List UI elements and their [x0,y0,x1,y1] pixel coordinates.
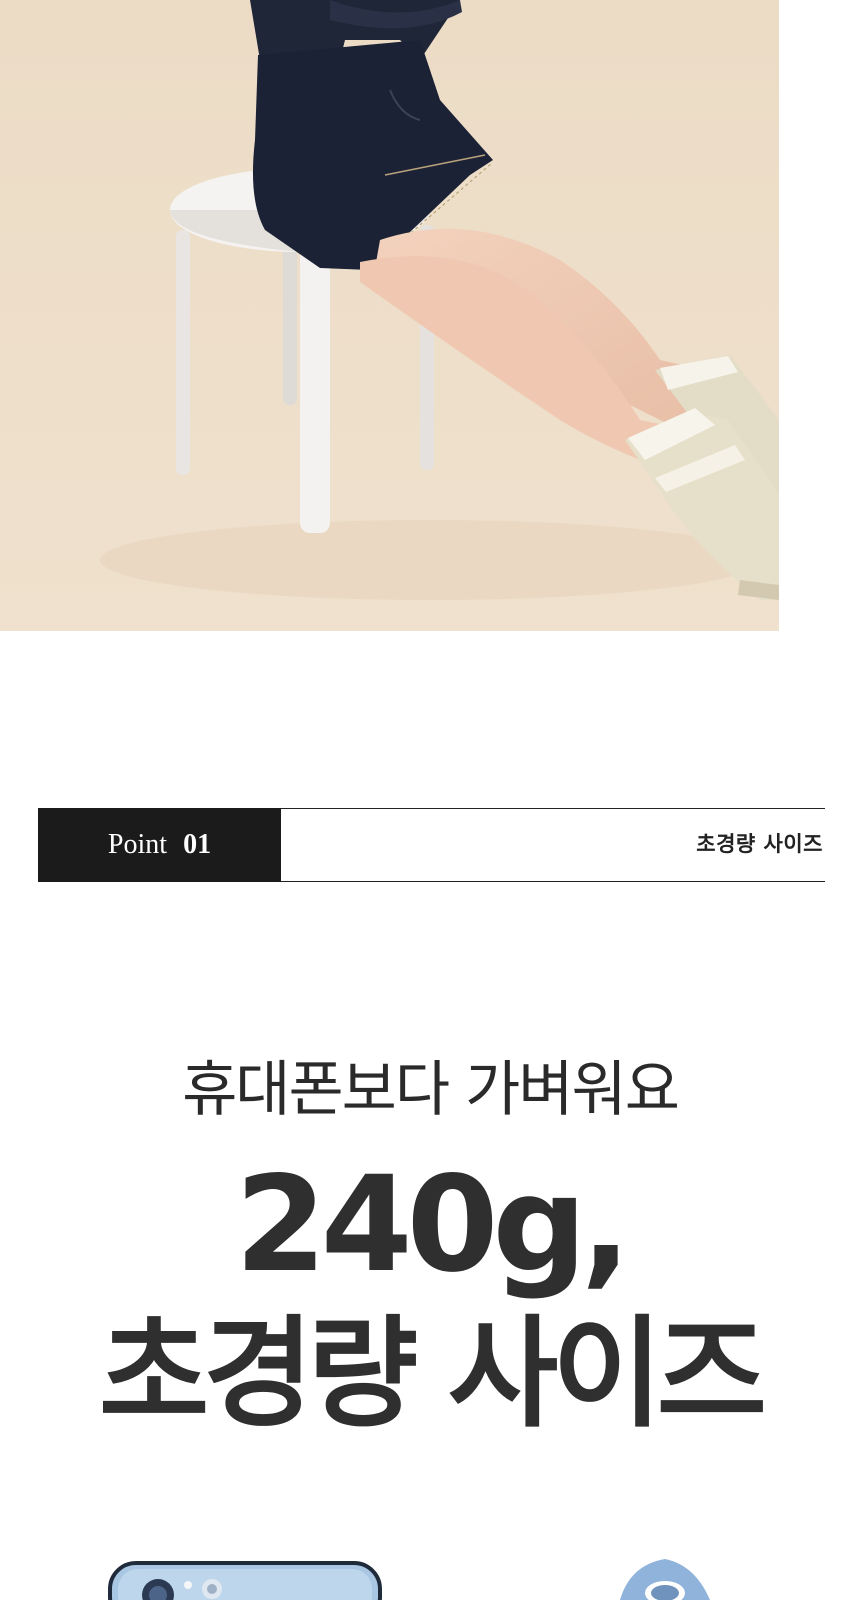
point-label-text: Point [107,828,168,860]
point-banner: Point 01 초경량 사이즈 [38,807,825,882]
point-number: 01 [183,828,212,860]
subheading: 휴대폰보다 가벼워요 [182,1055,680,1125]
headline-weight: 240g, [234,1148,631,1302]
product-item-image [620,1559,710,1604]
point-badge: Point 01 [38,807,281,882]
product-images [108,1559,710,1604]
hero-photo [0,0,779,631]
product-comparison [0,1555,860,1604]
model-photo-illustration [0,0,779,631]
headline-title: 초경량 사이즈 [98,1305,767,1444]
point-title: 초경량 사이즈 [696,832,823,856]
headline: 240g, 초경량 사이즈 [0,1150,860,1450]
phone-image [108,1561,382,1604]
